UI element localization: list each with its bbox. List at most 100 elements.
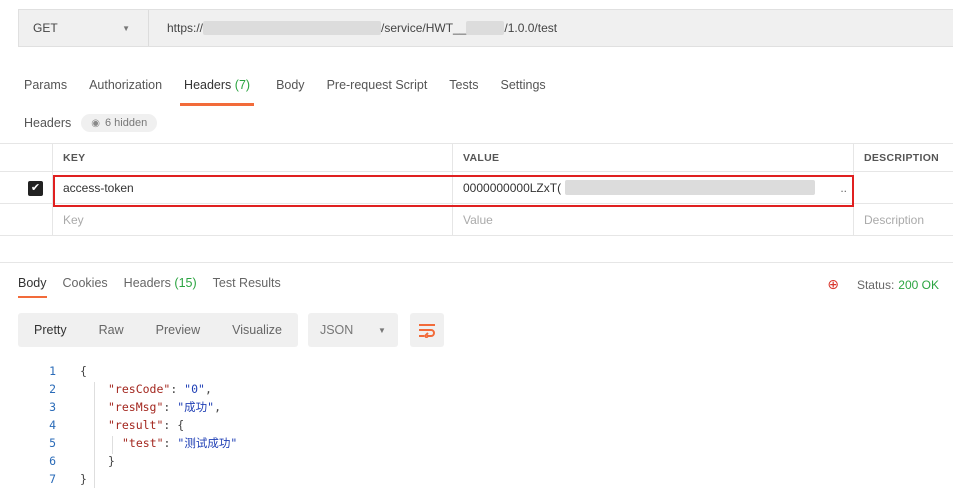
headers-section-label: Headers (24, 116, 72, 130)
column-header-description: DESCRIPTION (853, 144, 953, 171)
request-tabs: Params Authorization Headers (7) Body Pr… (24, 76, 568, 106)
line-number: 1 (49, 364, 56, 378)
line-number: 3 (49, 400, 56, 414)
line-number: 5 (49, 436, 56, 450)
json-key: "test" (122, 436, 164, 450)
fold-brace[interactable]: } (80, 470, 87, 488)
status-label: Status: (856, 277, 895, 292)
json-key: "result" (108, 418, 164, 432)
hidden-count: 6 hidden (104, 117, 148, 129)
tab-pre-request-script[interactable]: Pre-request Script (327, 76, 428, 106)
wrap-lines-button[interactable] (409, 313, 444, 347)
tab-count: (15) (174, 276, 197, 290)
hidden-headers-toggle[interactable]: ◉ 6 hidden (81, 114, 158, 132)
tab-body[interactable]: Body (276, 76, 305, 106)
code-line: 4 "result": { (0, 416, 953, 434)
method-label: GET (33, 21, 58, 35)
tab-params[interactable]: Params (24, 76, 67, 106)
response-tab-cookies[interactable]: Cookies (63, 276, 108, 298)
response-tab-body[interactable]: Body (18, 276, 47, 298)
headers-section-header: Headers ◉ 6 hidden (24, 114, 158, 132)
line-number: 7 (49, 472, 56, 486)
globe-icon[interactable]: ⊕ (827, 276, 839, 293)
chevron-down-icon: ▼ (122, 23, 130, 33)
new-key-input[interactable]: Key (52, 204, 452, 235)
response-body-viewer[interactable]: 1 { 2 "resCode": "0", 3 "resMsg": "成功", … (0, 362, 953, 488)
json-key: "resMsg" (108, 400, 164, 414)
tab-label: Pre-request Script (326, 78, 428, 92)
tab-count: (7) (234, 78, 251, 92)
url-input[interactable]: https:// /service/HWT__ /1.0.0/test (149, 21, 557, 35)
json-value: "0" (184, 382, 205, 396)
view-visualize-button[interactable]: Visualize (216, 313, 298, 347)
status-badge[interactable]: 200 OK (898, 278, 939, 292)
eye-icon: ◉ (91, 117, 100, 129)
view-preview-button[interactable]: Preview (140, 313, 216, 347)
check-icon: ✔ (30, 182, 41, 194)
line-number: 6 (49, 454, 56, 468)
value-ellipsis: .. (840, 180, 847, 195)
response-tabs: Body Cookies Headers (15) Test Results (18, 276, 297, 298)
url-prefix: https:// (167, 21, 204, 35)
code-line: 3 "resMsg": "成功", (0, 398, 953, 416)
tab-label: Body (276, 78, 305, 92)
table-row-new: Key Value Description (0, 204, 953, 236)
redacted-segment (466, 21, 505, 35)
response-divider (0, 262, 953, 263)
tab-label: Settings (500, 78, 546, 92)
json-value: "测试成功" (177, 436, 238, 450)
code-line: 6 } (0, 452, 953, 470)
new-value-input[interactable]: Value (452, 204, 853, 235)
tab-authorization[interactable]: Authorization (89, 76, 162, 106)
wrap-icon (418, 324, 435, 338)
column-header-key: KEY (52, 144, 452, 171)
tab-label: Headers (184, 78, 232, 92)
line-number: 4 (49, 418, 56, 432)
view-raw-button[interactable]: Raw (83, 313, 140, 347)
header-value-text: 0000000000LZxT( (463, 180, 562, 195)
tab-label: Cookies (62, 276, 108, 290)
response-toolbar: Pretty Raw Preview Visualize JSON ▼ (18, 313, 444, 347)
tab-settings[interactable]: Settings (500, 76, 545, 106)
json-value: "成功" (177, 400, 215, 414)
view-mode-group: Pretty Raw Preview Visualize (18, 313, 298, 347)
column-header-value: VALUE (452, 144, 853, 171)
url-suffix: /1.0.0/test (504, 21, 558, 35)
chevron-down-icon: ▼ (378, 325, 386, 335)
tab-label: Authorization (89, 78, 163, 92)
tab-label: Params (24, 78, 68, 92)
headers-table: KEY VALUE DESCRIPTION ✔ access-token 000… (0, 143, 953, 236)
method-select[interactable]: GET ▼ (19, 10, 149, 46)
new-description-input[interactable]: Description (853, 204, 953, 235)
url-bar: GET ▼ https:// /service/HWT__ /1.0.0/tes… (18, 9, 953, 47)
json-key: "resCode" (108, 382, 171, 396)
response-tab-headers[interactable]: Headers (15) (124, 276, 197, 298)
tab-headers[interactable]: Headers (7) (180, 76, 255, 106)
json-brace: } (108, 454, 115, 468)
header-enabled-checkbox[interactable]: ✔ (28, 181, 43, 196)
code-line: 2 "resCode": "0", (0, 380, 953, 398)
format-label: JSON (319, 323, 354, 337)
redacted-token (565, 180, 816, 195)
code-line: 7 } (0, 470, 953, 488)
tab-label: Headers (123, 276, 171, 290)
tab-label: Test Results (212, 276, 281, 290)
fold-brace[interactable]: { (80, 362, 87, 380)
tab-tests[interactable]: Tests (449, 76, 478, 106)
header-description-input[interactable] (853, 172, 953, 203)
format-select[interactable]: JSON ▼ (307, 313, 398, 347)
header-value-input[interactable]: 0000000000LZxT( .. (452, 172, 853, 203)
header-key-input[interactable]: access-token (52, 172, 452, 203)
code-line: 5 "test": "测试成功" (0, 434, 953, 452)
response-tab-test-results[interactable]: Test Results (213, 276, 281, 298)
table-row: ✔ access-token 0000000000LZxT( .. (0, 172, 953, 204)
response-status: ⊕ Status: 200 OK (827, 276, 939, 293)
code-line: 1 { (0, 362, 953, 380)
line-number: 2 (49, 382, 56, 396)
redacted-host (203, 21, 382, 35)
view-pretty-button[interactable]: Pretty (18, 313, 83, 347)
tab-label: Tests (449, 78, 479, 92)
table-header-row: KEY VALUE DESCRIPTION (0, 143, 953, 172)
url-mid: /service/HWT__ (381, 21, 467, 35)
tab-label: Body (18, 276, 47, 290)
